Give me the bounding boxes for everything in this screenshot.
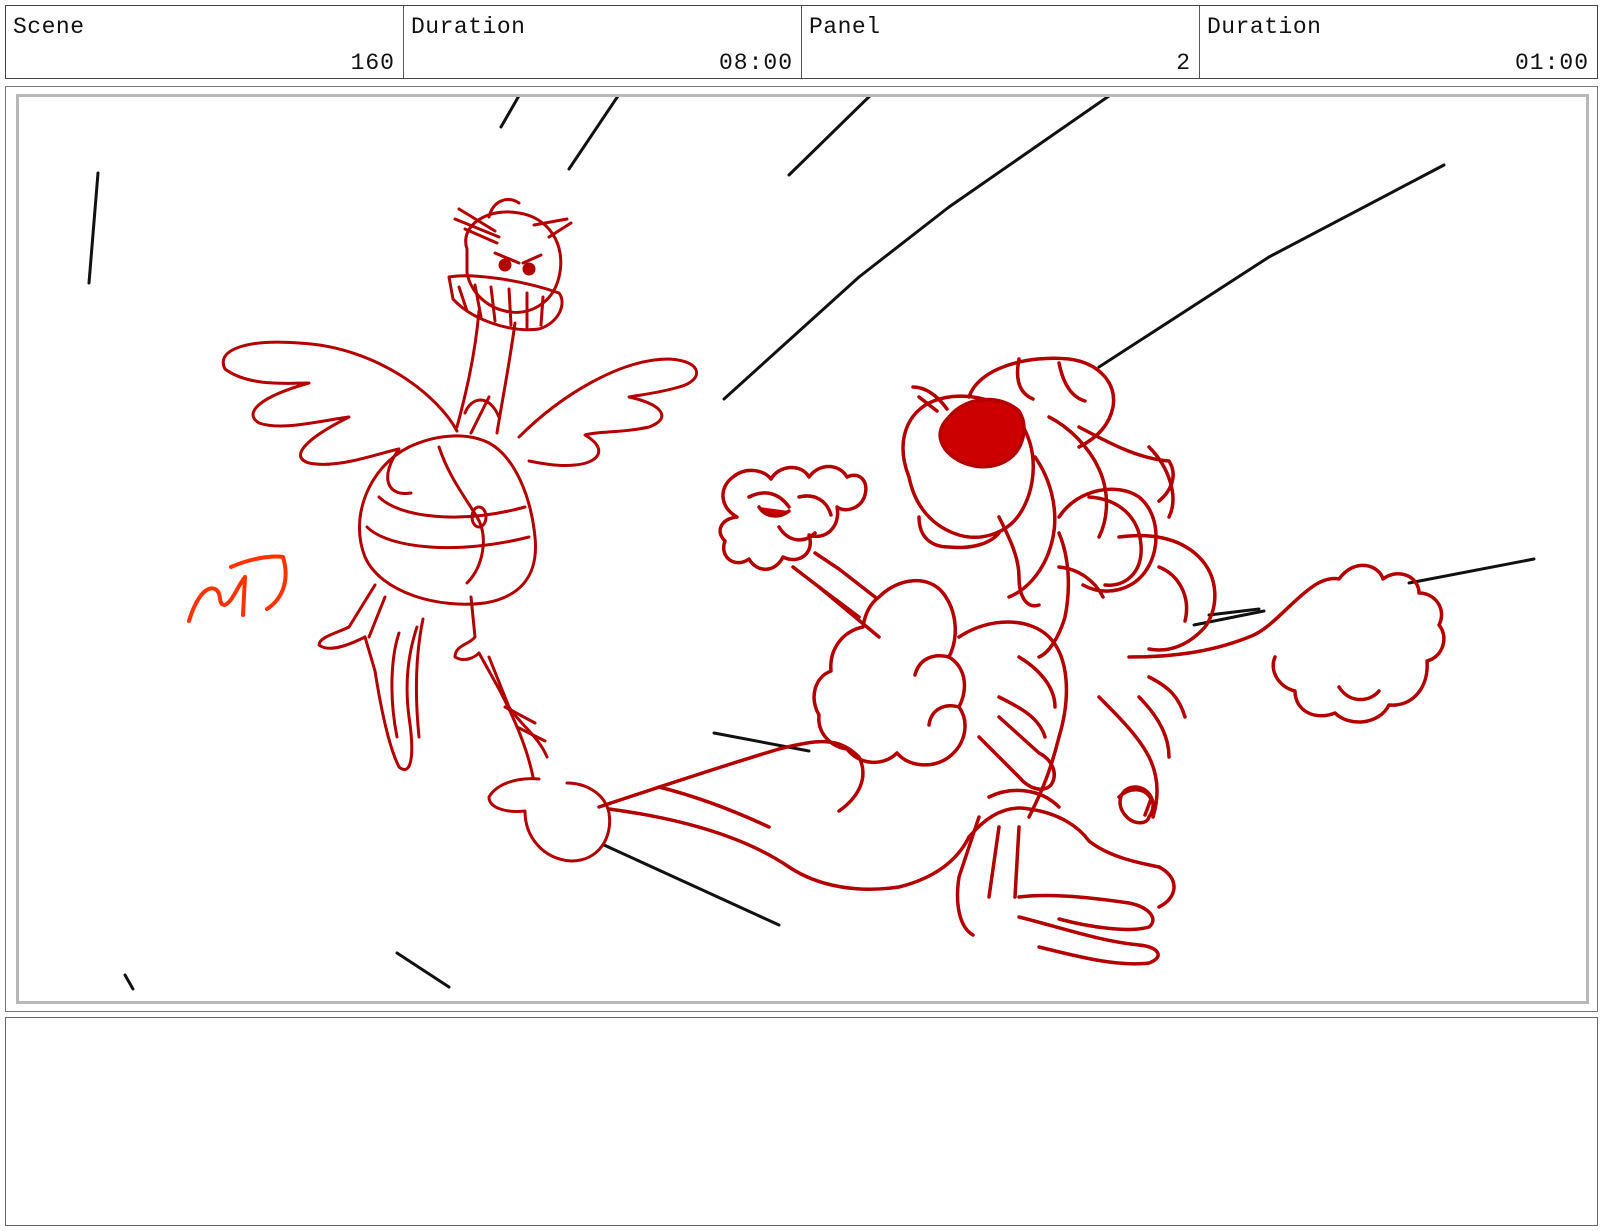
scene-duration-value[interactable]: 08:00 [719,50,793,76]
storyboard-header: Scene 160 Duration 08:00 Panel 2 Duratio… [5,5,1598,79]
panel-cell[interactable]: Panel 2 [802,6,1200,78]
panel-duration-value[interactable]: 01:00 [1515,50,1589,76]
artist-signature [187,554,288,623]
scene-label: Scene [13,14,85,40]
panel-number[interactable]: 2 [1176,50,1191,76]
scene-cell[interactable]: Scene 160 [6,6,404,78]
scene-duration-cell[interactable]: Duration 08:00 [404,6,802,78]
panel-label: Panel [809,14,881,40]
storyboard-panel-canvas[interactable] [16,94,1589,1004]
ostrich-sketch [221,198,699,863]
panel-notes-area[interactable] [5,1017,1598,1226]
king-sketch [597,356,1446,966]
panel-duration-label: Duration [1207,14,1322,40]
scene-number[interactable]: 160 [351,50,395,76]
scene-duration-label: Duration [411,14,526,40]
storyboard-drawing-icon [87,97,1536,991]
panel-duration-cell[interactable]: Duration 01:00 [1200,6,1597,78]
